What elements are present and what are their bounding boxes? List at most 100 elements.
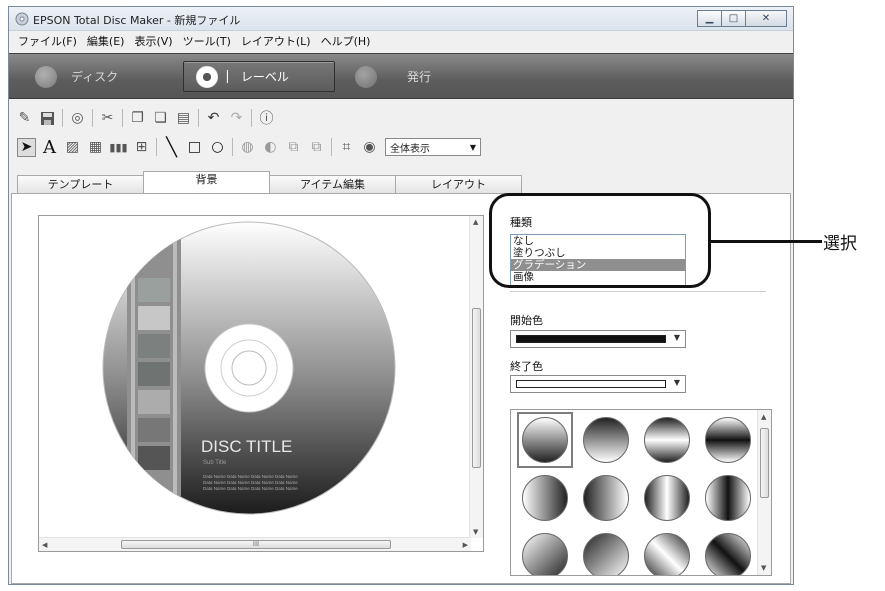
menu-file[interactable]: ファイル(F) (13, 33, 82, 49)
canvas-horizontal-scrollbar[interactable]: ◀ III ▶ (39, 537, 471, 551)
copy-icon: ❐ (131, 110, 144, 126)
gradient-preset[interactable] (578, 528, 634, 575)
preview-icon: ◎ (71, 110, 84, 126)
start-color-swatch (516, 335, 666, 343)
gradient-preset[interactable] (639, 470, 695, 526)
toolbar-separator (251, 109, 252, 127)
close-button[interactable]: ✕ (745, 10, 787, 27)
gradient-preset[interactable] (700, 470, 756, 526)
toolbar-separator (198, 109, 199, 127)
gradient-preset[interactable] (517, 412, 573, 468)
help-icon: ⓘ (259, 111, 274, 127)
help-button[interactable]: ⓘ (257, 109, 276, 128)
tab-layout[interactable]: レイアウト (395, 175, 522, 193)
bring-front-button[interactable]: ⧉ (284, 138, 303, 157)
mode-disc-button[interactable]: ディスク (35, 61, 118, 92)
gradient-preset[interactable] (517, 528, 573, 575)
preview-button[interactable]: ◎ (68, 109, 87, 128)
chevron-down-icon: ▼ (469, 142, 476, 152)
tab-item-edit[interactable]: アイテム編集 (269, 175, 396, 193)
gradient-preset[interactable] (700, 528, 756, 575)
preset-scroll-thumb[interactable] (760, 428, 769, 498)
toolbar-separator (232, 138, 233, 156)
copy-button[interactable]: ❐ (128, 109, 147, 128)
mode-print-button[interactable]: 発行 (355, 61, 431, 92)
disc-view-icon: ◉ (363, 139, 376, 155)
title-bar: EPSON Total Disc Maker - 新規ファイル ▁ □ ✕ (9, 7, 793, 31)
menu-view[interactable]: 表示(V) (129, 33, 177, 49)
table-tool-button[interactable]: ▦ (86, 138, 105, 157)
gradient-preset[interactable] (639, 412, 695, 468)
disc-subtitle-text: Sub Title (203, 460, 227, 466)
toolbar-separator (156, 138, 157, 156)
gradient-preset[interactable] (578, 412, 634, 468)
text-icon: A (43, 136, 56, 158)
paste-button[interactable]: ❏ (151, 109, 170, 128)
toolbar-separator (331, 138, 332, 156)
app-window: EPSON Total Disc Maker - 新規ファイル ▁ □ ✕ ファ… (8, 6, 794, 585)
gradient-preset-grid: ▲ ▼ (510, 409, 772, 576)
disc-preview: DISC TITLE Sub Title Data Name Data Name… (102, 221, 396, 515)
image-tool-button[interactable]: ▨ (63, 138, 82, 157)
end-color-dropdown[interactable]: ▼ (510, 375, 686, 393)
undo-icon: ↶ (207, 110, 220, 126)
bring-front-icon: ⧉ (288, 139, 299, 155)
text-tool-button[interactable]: A (40, 136, 59, 158)
toolbar-separator (92, 109, 93, 127)
barcode-tool-button[interactable]: ▮▮▮ (109, 138, 128, 157)
print-mode-icon (355, 65, 377, 88)
ellipse-tool-button[interactable]: ○ (208, 138, 227, 157)
label-canvas[interactable]: DISC TITLE Sub Title Data Name Data Name… (38, 215, 484, 552)
start-color-dropdown[interactable]: ▼ (510, 330, 686, 348)
cut-button[interactable]: ✂ (98, 109, 117, 128)
line-tool-button[interactable]: ╲ (162, 137, 181, 158)
pointer-icon: ➤ (20, 139, 33, 155)
open-icon: ✎ (18, 110, 31, 126)
scroll-down-icon: ▼ (761, 564, 767, 572)
preset-scrollbar[interactable]: ▲ ▼ (757, 410, 771, 575)
canvas-vertical-thumb[interactable] (472, 308, 481, 468)
menu-help[interactable]: ヘルプ(H) (316, 33, 376, 49)
app-disc-icon (15, 12, 29, 26)
menu-edit[interactable]: 編集(E) (82, 33, 130, 49)
send-back-button[interactable]: ⧉ (307, 138, 326, 157)
grid-icon: ▦ (88, 139, 103, 155)
maximize-button[interactable]: □ (721, 10, 746, 27)
gradient-preset[interactable] (578, 470, 634, 526)
disc-data-line: Data Name Data Name Data Name Data Name (203, 474, 298, 479)
canvas-horizontal-thumb[interactable]: III (121, 540, 391, 549)
undo-button[interactable]: ↶ (204, 109, 223, 128)
disc-view-button[interactable]: ◉ (360, 138, 379, 157)
gradient-preset[interactable] (639, 528, 695, 575)
gradient-preset[interactable] (517, 470, 573, 526)
scissors-icon: ✂ (101, 110, 114, 126)
maximize-icon: □ (728, 13, 739, 24)
clipboard-button[interactable]: ▤ (174, 109, 193, 128)
label-mode-icon (196, 65, 218, 88)
disc-arc-button[interactable]: ◐ (261, 138, 280, 157)
crop-button[interactable]: ⌗ (337, 138, 356, 157)
mode-bar: ディスク ❘ レーベル 発行 (9, 53, 793, 99)
tree-tool-button[interactable]: ⊞ (132, 138, 151, 157)
menu-tools[interactable]: ツール(T) (178, 33, 236, 49)
save-button[interactable] (38, 109, 57, 128)
tab-template[interactable]: テンプレート (17, 175, 144, 193)
file-toolbar: ✎ ◎ ✂ ❐ ❏ ▤ ↶ ↷ ⓘ (15, 107, 280, 129)
disc-text-button[interactable]: ◍ (238, 138, 257, 157)
chevron-down-icon: ▼ (673, 333, 680, 342)
gradient-preset[interactable] (700, 412, 756, 468)
window-title: EPSON Total Disc Maker - 新規ファイル (33, 14, 241, 27)
save-icon (41, 111, 54, 125)
redo-button[interactable]: ↷ (227, 109, 246, 128)
canvas-vertical-scrollbar[interactable]: ▲ ▼ (469, 216, 483, 538)
divider (510, 291, 766, 292)
scroll-up-icon: ▲ (473, 218, 479, 226)
mode-label-button[interactable]: ❘ レーベル (183, 61, 335, 92)
tab-background[interactable]: 背景 (143, 171, 270, 193)
minimize-button[interactable]: ▁ (697, 10, 722, 27)
open-button[interactable]: ✎ (15, 109, 34, 128)
rect-tool-button[interactable]: □ (185, 138, 204, 157)
zoom-select[interactable]: 全体表示 ▼ (385, 138, 481, 156)
select-tool-button[interactable]: ➤ (17, 137, 36, 157)
menu-layout[interactable]: レイアウト(L) (236, 33, 316, 49)
